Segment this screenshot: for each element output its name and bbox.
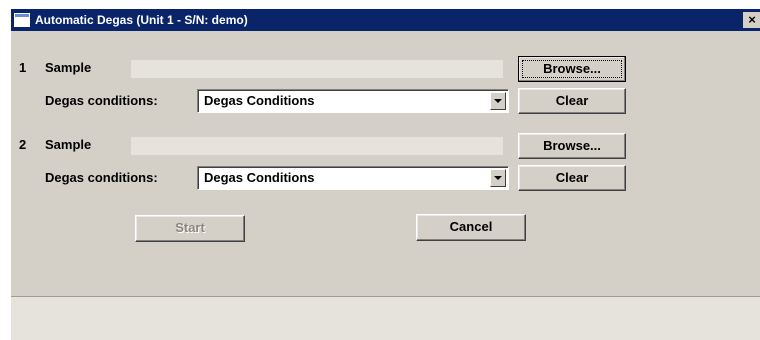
sample-2-browse-button[interactable]: Browse... <box>518 133 626 159</box>
window-title: Automatic Degas (Unit 1 - S/N: demo) <box>35 13 248 27</box>
close-button[interactable]: × <box>743 12 760 28</box>
sample-2-clear-label: Clear <box>555 170 589 185</box>
start-button[interactable]: Start <box>135 215 245 242</box>
sample-2-index: 2 <box>19 137 27 152</box>
sample-1-clear-button[interactable]: Clear <box>518 88 626 114</box>
sample-2-browse-label: Browse... <box>543 138 601 153</box>
sample-2-conditions-label: Degas conditions: <box>45 170 158 185</box>
sample-1-conditions-select[interactable]: Degas Conditions <box>197 89 509 113</box>
chevron-down-icon[interactable] <box>490 169 506 187</box>
sample-1-label: Sample <box>45 60 92 75</box>
sample-1-conditions-label: Degas conditions: <box>45 93 158 108</box>
sample-2-conditions-value: Degas Conditions <box>204 170 315 185</box>
start-label: Start <box>175 220 205 235</box>
sample-1-field <box>131 60 503 78</box>
sample-1-browse-button[interactable]: Browse... <box>518 56 626 82</box>
sample-1-index: 1 <box>19 60 27 75</box>
window-icon <box>14 13 30 27</box>
sample-2-field <box>131 137 503 155</box>
cancel-label: Cancel <box>449 219 493 234</box>
chevron-down-icon[interactable] <box>490 92 506 110</box>
automatic-degas-window: Automatic Degas (Unit 1 - S/N: demo) × 1… <box>10 8 760 340</box>
sample-2-label: Sample <box>45 137 92 152</box>
sample-2-conditions-select[interactable]: Degas Conditions <box>197 166 509 190</box>
status-panel <box>11 296 760 340</box>
sample-2-clear-button[interactable]: Clear <box>518 165 626 191</box>
sample-1-conditions-value: Degas Conditions <box>204 93 315 108</box>
sample-1-browse-label: Browse... <box>543 61 601 76</box>
cancel-button[interactable]: Cancel <box>416 214 526 241</box>
sample-1-clear-label: Clear <box>555 93 589 108</box>
title-bar: Automatic Degas (Unit 1 - S/N: demo) × <box>11 9 760 31</box>
